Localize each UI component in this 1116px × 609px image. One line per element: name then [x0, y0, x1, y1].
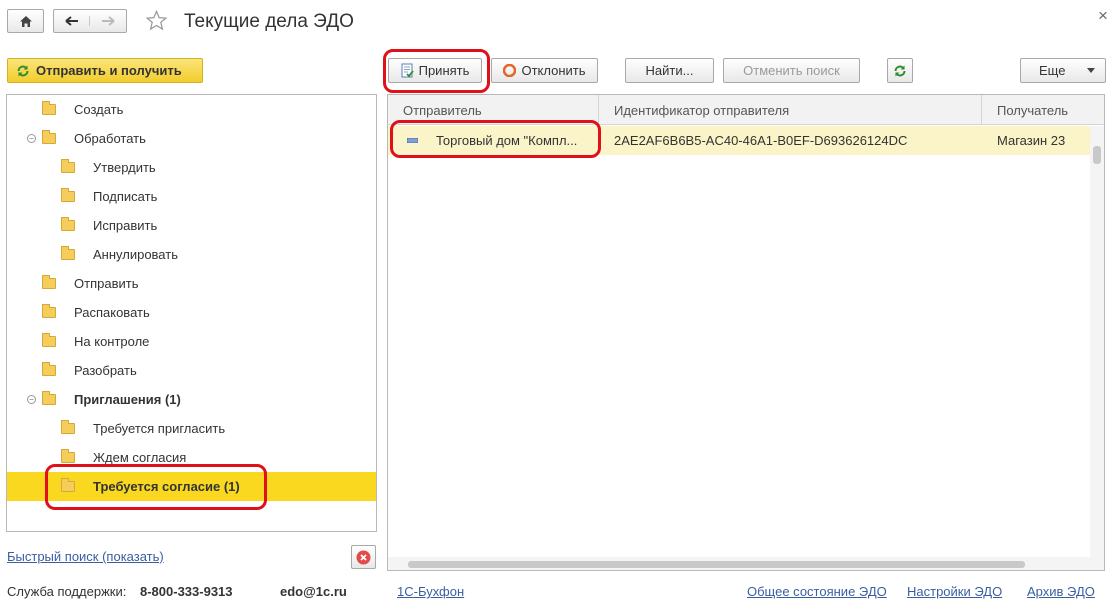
accept-label: Принять — [418, 63, 470, 78]
tree-item[interactable]: Исправить — [7, 211, 376, 240]
tree-item[interactable]: Отправить — [7, 269, 376, 298]
vertical-scrollbar[interactable] — [1090, 126, 1104, 570]
tree-item[interactable]: Создать — [7, 95, 376, 124]
folder-icon — [61, 188, 75, 202]
folder-icon — [42, 130, 56, 144]
folder-icon — [42, 304, 56, 318]
tree-item[interactable]: На контроле — [7, 327, 376, 356]
chevron-down-icon — [1087, 68, 1095, 73]
quick-search-link[interactable]: Быстрый поиск (показать) — [7, 549, 164, 564]
home-icon — [19, 15, 32, 27]
tree-item-label: Отправить — [74, 276, 139, 291]
more-menu-button[interactable]: Еще — [1020, 58, 1106, 83]
link-edo-settings[interactable]: Настройки ЭДО — [907, 584, 1002, 599]
home-button[interactable] — [7, 9, 44, 33]
accept-button[interactable]: Принять — [388, 58, 482, 83]
document-check-icon — [401, 63, 414, 78]
column-sender[interactable]: Отправитель — [388, 95, 599, 125]
tree-item[interactable]: Утвердить — [7, 153, 376, 182]
cell-receiver: Магазин 23 — [997, 133, 1066, 148]
back-button[interactable] — [54, 16, 90, 26]
folder-icon — [61, 478, 75, 492]
support-phone: 8-800-333-9313 — [140, 584, 233, 599]
tree-item[interactable]: − Приглашения (1) — [7, 385, 376, 414]
support-email: edo@1c.ru — [280, 584, 347, 599]
documents-table: Отправитель Идентификатор отправителя По… — [387, 94, 1105, 571]
tree-item[interactable]: Требуется согласие (1) — [7, 472, 376, 501]
cancel-search-button[interactable]: Отменить поиск — [723, 58, 860, 83]
support-label: Служба поддержки: — [7, 584, 127, 599]
tree-item-label: Утвердить — [93, 160, 156, 175]
link-buhfon[interactable]: 1С-Бухфон — [397, 584, 464, 599]
tree-item[interactable]: Разобрать — [7, 356, 376, 385]
reject-label: Отклонить — [521, 63, 586, 78]
tree-item-label: На контроле — [74, 334, 150, 349]
reject-button[interactable]: Отклонить — [491, 58, 598, 83]
clear-filter-button[interactable] — [351, 545, 376, 569]
arrow-left-icon — [64, 16, 78, 26]
tree-item[interactable]: Распаковать — [7, 298, 376, 327]
cell-sender-id: 2AE2AF6B6B5-AC40-46A1-B0EF-D693626124DC — [614, 133, 908, 148]
link-edo-archive[interactable]: Архив ЭДО — [1027, 584, 1095, 599]
tree-item-label: Разобрать — [74, 363, 137, 378]
folder-icon — [61, 420, 75, 434]
tree-item[interactable]: Требуется пригласить — [7, 414, 376, 443]
folder-icon — [42, 362, 56, 376]
refresh-icon — [17, 65, 29, 76]
tree-item-label: Требуется пригласить — [93, 421, 226, 436]
close-icon[interactable]: × — [1098, 6, 1108, 26]
find-button[interactable]: Найти... — [625, 58, 714, 83]
cell-sender: Торговый дом "Компл... — [436, 133, 578, 148]
folder-icon — [61, 449, 75, 463]
refresh-icon — [894, 65, 906, 76]
tree-item-label: Распаковать — [74, 305, 150, 320]
back-forward-group — [53, 9, 127, 33]
row-status-icon — [407, 126, 418, 155]
clear-icon — [356, 550, 371, 564]
column-sender-id[interactable]: Идентификатор отправителя — [599, 95, 982, 125]
tree-item-label: Аннулировать — [93, 247, 178, 262]
tree-item[interactable]: Подписать — [7, 182, 376, 211]
tree-item[interactable]: Ждем согласия — [7, 443, 376, 472]
folder-tree: Создать − Обработать Утвердить Подписать Испр… — [6, 94, 377, 532]
tree-item-label: Подписать — [93, 189, 158, 204]
tree-item-label: Требуется согласие (1) — [93, 479, 240, 494]
more-label: Еще — [1039, 63, 1066, 78]
folder-icon — [61, 159, 75, 173]
tree-item-label: Обработать — [74, 131, 146, 146]
folder-icon — [42, 275, 56, 289]
link-edo-status[interactable]: Общее состояние ЭДО — [747, 584, 887, 599]
tree-item-label: Приглашения (1) — [74, 392, 181, 407]
tree-item-label: Ждем согласия — [93, 450, 187, 465]
tree-item-label: Создать — [74, 102, 124, 117]
horizontal-scrollbar[interactable] — [388, 557, 1090, 570]
page-title: Текущие дела ЭДО — [184, 11, 354, 32]
folder-icon — [61, 246, 75, 260]
reject-icon — [503, 64, 517, 77]
tree-item-label: Исправить — [93, 218, 158, 233]
favorite-star-icon[interactable] — [145, 9, 168, 34]
column-receiver[interactable]: Получатель — [982, 95, 1104, 125]
table-header: Отправитель Идентификатор отправителя По… — [388, 95, 1104, 125]
folder-icon — [42, 391, 56, 405]
collapse-toggle-icon[interactable]: − — [27, 134, 36, 143]
send-receive-button[interactable]: Отправить и получить — [7, 58, 203, 83]
refresh-list-button[interactable] — [887, 58, 913, 83]
tree-item[interactable]: Аннулировать — [7, 240, 376, 269]
send-receive-label: Отправить и получить — [36, 63, 182, 78]
folder-icon — [61, 217, 75, 231]
forward-button[interactable] — [90, 16, 126, 26]
folder-icon — [42, 333, 56, 347]
folder-icon — [42, 101, 56, 115]
arrow-right-icon — [102, 16, 115, 26]
tree-item[interactable]: − Обработать — [7, 124, 376, 153]
table-row[interactable]: Торговый дом "Компл... 2AE2AF6B6B5-AC40-… — [388, 126, 1090, 155]
collapse-toggle-icon[interactable]: − — [27, 395, 36, 404]
